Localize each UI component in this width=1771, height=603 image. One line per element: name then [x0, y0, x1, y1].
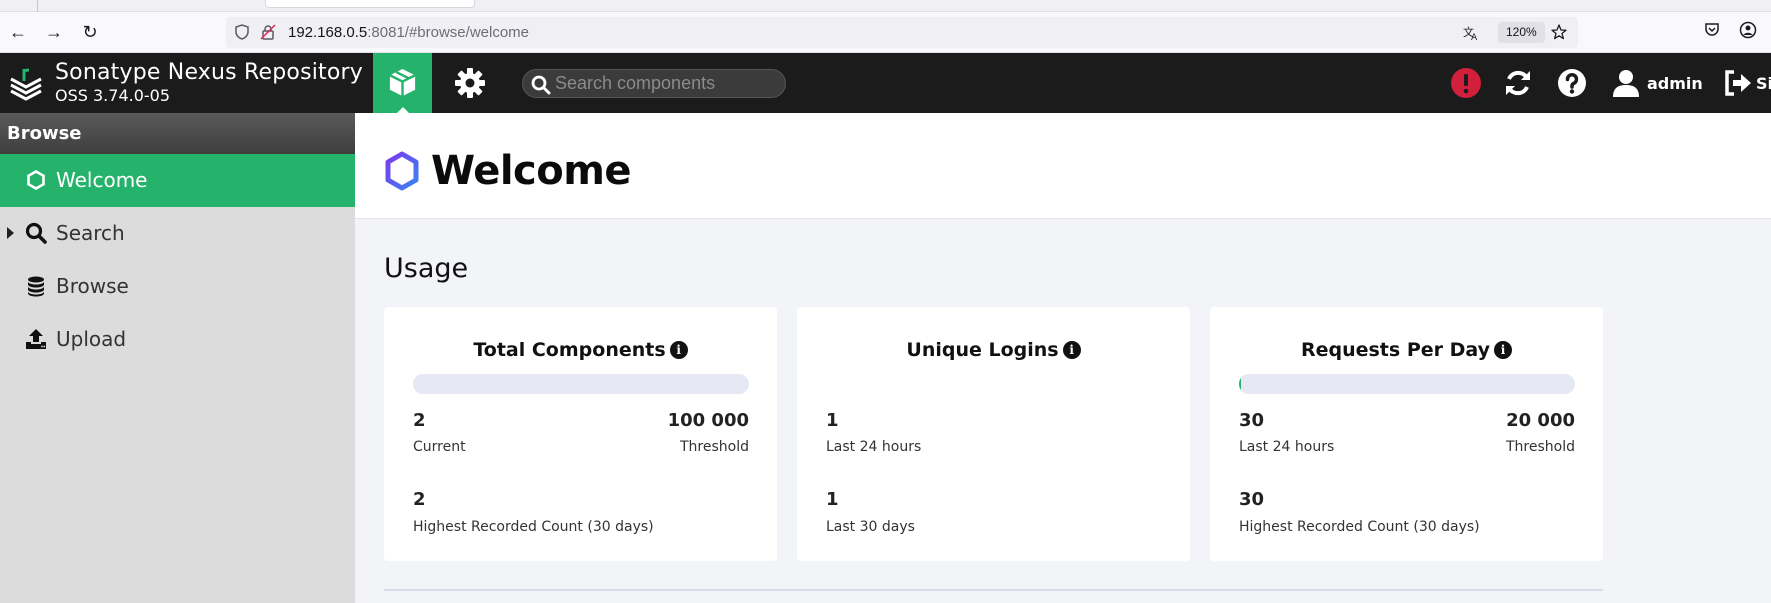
last-24h-value: 30 — [1239, 410, 1265, 431]
last-30d-value: 1 — [826, 489, 839, 510]
threshold-caption: Threshold — [680, 439, 749, 455]
account-icon[interactable] — [1737, 21, 1759, 43]
sidebar-item-welcome[interactable]: Welcome — [0, 154, 355, 207]
sign-out-icon[interactable] — [1722, 67, 1754, 99]
card-title: Requests Per Day i — [1210, 339, 1603, 361]
database-icon — [28, 276, 44, 297]
sidebar-item-upload[interactable]: Upload — [0, 313, 355, 366]
sidebar-item-label: Welcome — [56, 168, 148, 192]
forward-arrow-icon[interactable]: → — [42, 20, 66, 44]
last-24h-caption: Last 24 hours — [1239, 439, 1335, 455]
expand-caret-icon[interactable] — [7, 227, 14, 239]
card-title-text: Unique Logins — [906, 339, 1059, 361]
section-divider — [384, 589, 1603, 591]
tab-separator — [37, 0, 38, 12]
refresh-icon[interactable] — [1502, 67, 1534, 99]
help-icon[interactable] — [1556, 67, 1588, 99]
threshold-value: 20 000 — [1506, 410, 1575, 431]
page-title: Welcome — [431, 148, 632, 194]
total-components-card: Total Components i 2 Current 100 000 Thre… — [384, 307, 777, 561]
usage-section-title: Usage — [384, 253, 469, 284]
progress-fill — [1239, 374, 1242, 394]
highest-count-value: 30 — [1239, 489, 1265, 510]
sidebar-item-browse[interactable]: Browse — [0, 260, 355, 313]
threshold-caption: Threshold — [1506, 439, 1575, 455]
card-title-text: Total Components — [473, 339, 666, 361]
threshold-value: 100 000 — [667, 410, 749, 431]
usage-progress-bar — [413, 374, 749, 394]
info-icon[interactable]: i — [1062, 341, 1081, 359]
cube-icon — [389, 68, 416, 97]
user-menu-label[interactable]: admin — [1647, 74, 1703, 93]
search-icon — [531, 75, 551, 95]
highest-count-caption: Highest Recorded Count (30 days) — [413, 519, 654, 535]
admin-gear-icon[interactable] — [450, 63, 490, 103]
highest-count-value: 2 — [413, 489, 426, 510]
insecure-lock-icon[interactable] — [260, 24, 276, 40]
bookmark-star-icon[interactable] — [1551, 24, 1567, 40]
last-24h-value: 1 — [826, 410, 839, 431]
search-icon — [25, 222, 47, 244]
user-icon[interactable] — [1610, 67, 1642, 99]
card-title-text: Requests Per Day — [1300, 339, 1491, 361]
highest-count-caption: Highest Recorded Count (30 days) — [1239, 519, 1480, 535]
sidebar-item-label: Browse — [56, 274, 129, 298]
sonatype-logo-icon[interactable] — [8, 65, 44, 101]
alert-icon[interactable] — [1450, 67, 1482, 99]
card-title: Unique Logins i — [797, 339, 1190, 361]
page-header: Welcome — [355, 113, 1771, 219]
unique-logins-card: Unique Logins i 1 Last 24 hours 1 Last 30… — [797, 307, 1190, 561]
sidebar-heading: Browse — [0, 113, 355, 154]
url-host: 192.168.0.5 — [288, 24, 368, 41]
browse-mode-button[interactable] — [373, 53, 432, 113]
browser-active-tab[interactable] — [265, 0, 475, 8]
url-path: :8081/#browse/welcome — [367, 24, 530, 41]
app-header: Sonatype Nexus Repository OSS 3.74.0-05 — [0, 53, 1771, 113]
card-title: Total Components i — [384, 339, 777, 361]
usage-progress-bar — [1239, 374, 1575, 394]
browser-toolbar: ← → ↻ 192.168.0.5:8081/#browse/welcome 文… — [0, 12, 1771, 53]
translate-icon[interactable]: 文A — [1463, 25, 1479, 43]
address-bar[interactable]: 192.168.0.5:8081/#browse/welcome 文A 120% — [226, 17, 1578, 48]
shield-icon[interactable] — [234, 24, 250, 40]
last-30d-caption: Last 30 days — [826, 519, 915, 535]
info-icon[interactable]: i — [1494, 341, 1513, 359]
last-24h-caption: Last 24 hours — [826, 439, 922, 455]
reload-icon[interactable]: ↻ — [78, 20, 102, 44]
current-caption: Current — [413, 439, 466, 455]
back-arrow-icon[interactable]: ← — [6, 20, 30, 44]
browser-tab-strip — [0, 0, 1771, 12]
component-search-box[interactable] — [522, 69, 786, 98]
search-input[interactable] — [555, 72, 780, 95]
sign-out-label[interactable]: Si — [1756, 74, 1771, 93]
sidebar-item-label: Search — [56, 221, 125, 245]
sidebar: Browse Welcome Search Browse Upload — [0, 113, 355, 603]
current-value: 2 — [413, 410, 426, 431]
requests-per-day-card: Requests Per Day i 30 Last 24 hours 20 00… — [1210, 307, 1603, 561]
brand-version: OSS 3.74.0-05 — [55, 86, 171, 105]
hexagon-icon — [27, 170, 45, 190]
url-text[interactable]: 192.168.0.5:8081/#browse/welcome — [288, 24, 529, 41]
sidebar-item-search[interactable]: Search — [0, 207, 355, 260]
zoom-level[interactable]: 120% — [1498, 22, 1545, 43]
info-icon[interactable]: i — [669, 341, 688, 359]
brand-title: Sonatype Nexus Repository — [55, 60, 363, 85]
sidebar-item-label: Upload — [56, 327, 127, 351]
upload-icon — [26, 329, 46, 349]
svg-text:A: A — [1471, 33, 1478, 41]
welcome-hexagon-icon — [385, 151, 419, 191]
main-content: Welcome Usage Total Components i 2 Curren… — [355, 113, 1771, 603]
pocket-icon[interactable] — [1701, 21, 1723, 43]
